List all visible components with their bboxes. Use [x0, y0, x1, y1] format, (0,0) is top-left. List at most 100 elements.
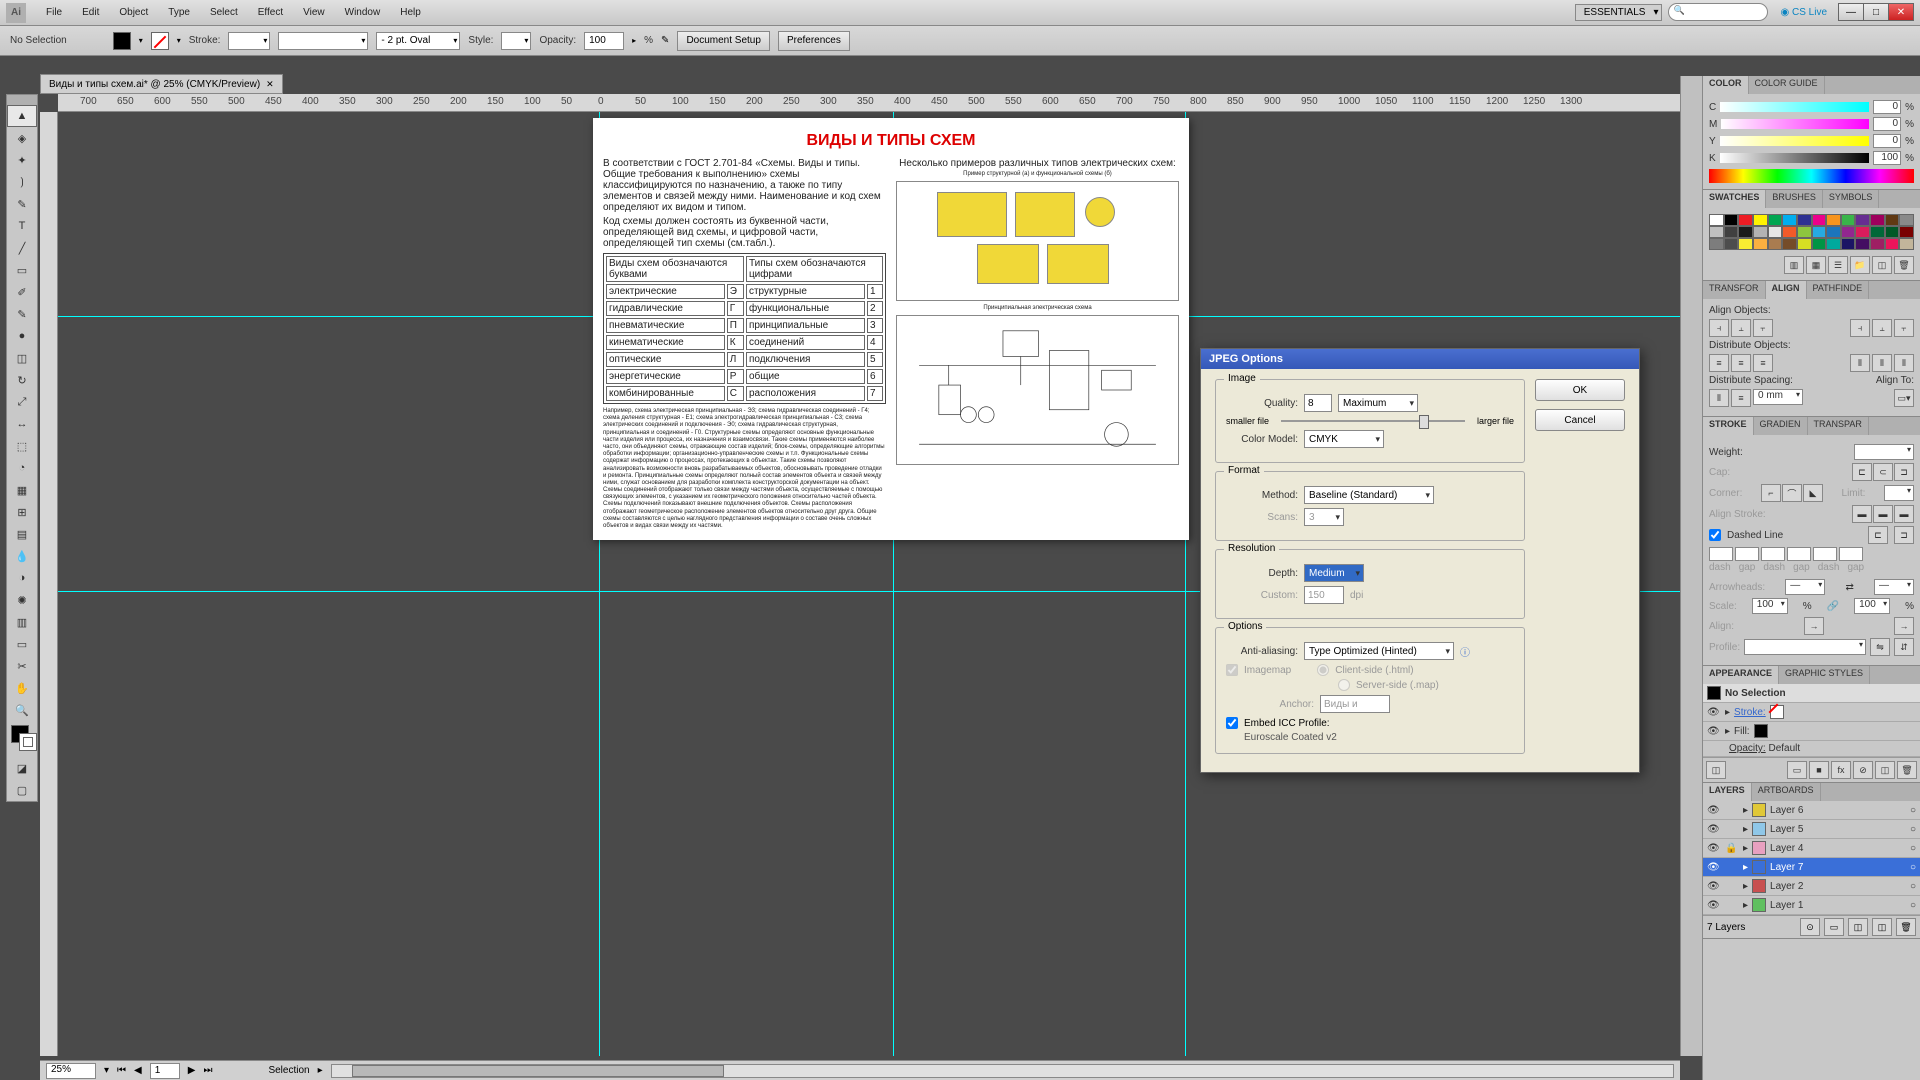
swatch[interactable]	[1841, 226, 1856, 238]
nav-first-icon[interactable]: ⏮	[117, 1065, 126, 1076]
target-icon[interactable]: ○	[1910, 805, 1916, 816]
ruler-vertical[interactable]	[40, 112, 58, 1056]
new-sublayer-icon[interactable]: ◫	[1848, 918, 1868, 936]
selection-tool[interactable]: ▲	[7, 105, 37, 127]
gradient-tool[interactable]: ▤	[7, 523, 37, 545]
swatch[interactable]	[1768, 238, 1783, 250]
delete-swatch-icon[interactable]: 🗑	[1894, 256, 1914, 274]
align-stroke-outside-icon[interactable]: ▬	[1894, 505, 1914, 523]
dash-align-icon[interactable]: ⊏	[1868, 526, 1888, 544]
swatch[interactable]	[1841, 214, 1856, 226]
colormodel-dropdown[interactable]: CMYK	[1304, 430, 1384, 448]
swatch[interactable]	[1885, 214, 1900, 226]
zoom-tool[interactable]: 🔍	[7, 699, 37, 721]
delete-layer-icon[interactable]: 🗑	[1896, 918, 1916, 936]
target-icon[interactable]: ○	[1910, 900, 1916, 911]
swatch[interactable]	[1870, 238, 1885, 250]
stroke-color-icon[interactable]	[19, 733, 37, 751]
ok-button[interactable]: OK	[1535, 379, 1625, 401]
arrow-align1-icon[interactable]: →	[1804, 617, 1824, 635]
align-left-icon[interactable]: ⫞	[1709, 319, 1729, 337]
target-icon[interactable]: ○	[1910, 862, 1916, 873]
swatch[interactable]	[1724, 238, 1739, 250]
line-tool[interactable]: ╱	[7, 237, 37, 259]
swatch[interactable]	[1855, 226, 1870, 238]
swatch-grid[interactable]	[1709, 214, 1914, 250]
swatch[interactable]	[1782, 238, 1797, 250]
tab-transparency[interactable]: TRANSPAR	[1808, 417, 1869, 435]
swatch[interactable]	[1797, 238, 1812, 250]
swatch-kind-icon[interactable]: ▦	[1806, 256, 1826, 274]
eraser-tool[interactable]: ◫	[7, 347, 37, 369]
document-tab[interactable]: Виды и типы схем.ai* @ 25% (CMYK/Preview…	[40, 74, 283, 94]
visibility-icon[interactable]: 👁	[1707, 824, 1721, 835]
align-hcenter-icon[interactable]: ⫠	[1731, 319, 1751, 337]
menu-file[interactable]: File	[36, 7, 72, 18]
dist-vcenter-icon[interactable]: ≡	[1731, 354, 1751, 372]
clear-icon[interactable]: ⊘	[1853, 761, 1873, 779]
swatch[interactable]	[1738, 226, 1753, 238]
pen-tool[interactable]: ✎	[7, 193, 37, 215]
spectrum-bar[interactable]	[1709, 169, 1914, 183]
swatch-options-icon[interactable]: ☰	[1828, 256, 1848, 274]
rotate-tool[interactable]: ↻	[7, 369, 37, 391]
dash-align2-icon[interactable]: ⊐	[1894, 526, 1914, 544]
m-value[interactable]: 0	[1873, 117, 1901, 131]
tab-symbols[interactable]: SYMBOLS	[1823, 190, 1880, 208]
swatch[interactable]	[1797, 214, 1812, 226]
visibility-icon[interactable]: 👁	[1707, 900, 1721, 911]
document-setup-button[interactable]: Document Setup	[677, 31, 770, 51]
arrow-end-dropdown[interactable]: —	[1874, 579, 1914, 595]
swatch[interactable]	[1826, 214, 1841, 226]
artboard-number[interactable]	[150, 1063, 180, 1079]
align-stroke-center-icon[interactable]: ▬	[1852, 505, 1872, 523]
menu-view[interactable]: View	[293, 7, 335, 18]
swatch[interactable]	[1709, 238, 1724, 250]
dist-right-icon[interactable]: ⦀	[1894, 354, 1914, 372]
tab-appearance[interactable]: APPEARANCE	[1703, 666, 1779, 684]
graph-tool[interactable]: ▥	[7, 611, 37, 633]
quality-input[interactable]	[1304, 394, 1332, 412]
dist-top-icon[interactable]: ≡	[1709, 354, 1729, 372]
h-scrollbar[interactable]	[331, 1064, 1674, 1078]
layer-row[interactable]: 👁▸Layer 2○	[1703, 877, 1920, 896]
add-stroke-icon[interactable]: ▭	[1787, 761, 1807, 779]
hand-tool[interactable]: ✋	[7, 677, 37, 699]
method-dropdown[interactable]: Baseline (Standard)	[1304, 486, 1434, 504]
tab-color-guide[interactable]: COLOR GUIDE	[1749, 76, 1825, 94]
swatch[interactable]	[1724, 226, 1739, 238]
tab-swatches[interactable]: SWATCHES	[1703, 190, 1766, 208]
target-icon[interactable]: ○	[1910, 881, 1916, 892]
tab-color[interactable]: COLOR	[1703, 76, 1749, 94]
dist-vspace-icon[interactable]: ⦀	[1709, 389, 1729, 407]
align-vcenter-icon[interactable]: ⫠	[1872, 319, 1892, 337]
mesh-tool[interactable]: ⊞	[7, 501, 37, 523]
cap-square-icon[interactable]: ⊐	[1894, 463, 1914, 481]
nav-last-icon[interactable]: ⏭	[203, 1065, 212, 1076]
dash-inputs[interactable]	[1709, 547, 1914, 561]
dist-bottom-icon[interactable]: ≡	[1753, 354, 1773, 372]
artboard-tool[interactable]: ▭	[7, 633, 37, 655]
embed-icc-checkbox[interactable]	[1226, 717, 1238, 729]
flip-h-icon[interactable]: ⇋	[1870, 638, 1890, 656]
graphic-style-dropdown[interactable]	[501, 32, 531, 50]
arrow-start-dropdown[interactable]: —	[1785, 579, 1825, 595]
maximize-button[interactable]: □	[1863, 3, 1889, 21]
visibility-icon[interactable]: 👁	[1707, 881, 1721, 892]
swatch[interactable]	[1899, 214, 1914, 226]
magic-wand-tool[interactable]: ✦	[7, 149, 37, 171]
color-mode-icon[interactable]: ◪	[7, 757, 37, 779]
tab-brushes[interactable]: BRUSHES	[1766, 190, 1823, 208]
target-icon[interactable]: ○	[1910, 843, 1916, 854]
artboard[interactable]: ВИДЫ И ТИПЫ СХЕМ В соответствии с ГОСТ 2…	[593, 118, 1189, 540]
tab-artboards[interactable]: ARTBOARDS	[1752, 783, 1821, 801]
scale-tool[interactable]: ⤢	[7, 391, 37, 413]
brush-dropdown[interactable]: - 2 pt. Oval	[376, 32, 460, 50]
add-fill-icon[interactable]: ■	[1809, 761, 1829, 779]
swatch[interactable]	[1812, 238, 1827, 250]
width-tool[interactable]: ↔	[7, 413, 37, 435]
screen-mode-icon[interactable]: ▢	[7, 779, 37, 801]
swatch[interactable]	[1753, 226, 1768, 238]
depth-dropdown[interactable]: Medium	[1304, 564, 1364, 582]
swatch[interactable]	[1855, 214, 1870, 226]
